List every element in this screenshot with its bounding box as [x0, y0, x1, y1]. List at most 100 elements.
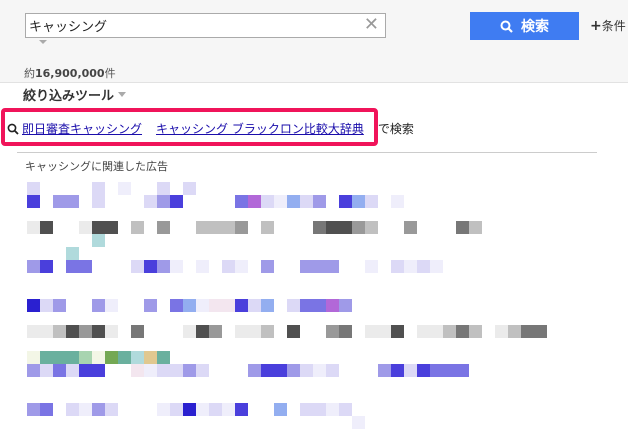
- pixelated-ads-image: [27, 182, 547, 429]
- mosaic-pixel: [300, 260, 313, 273]
- mosaic-pixel: [53, 325, 66, 338]
- mosaic-pixel: [209, 403, 222, 416]
- mosaic-pixel: [287, 195, 300, 208]
- mosaic-pixel: [352, 416, 365, 429]
- mosaic-pixel: [339, 299, 352, 312]
- mosaic-pixel: [144, 351, 157, 364]
- mosaic-pixel: [274, 403, 287, 416]
- mosaic-pixel: [196, 403, 209, 416]
- mosaic-pixel: [456, 221, 469, 234]
- mosaic-pixel: [40, 260, 53, 273]
- mosaic-pixel: [92, 364, 105, 377]
- mosaic-pixel: [443, 364, 456, 377]
- mosaic-pixel: [196, 364, 209, 377]
- mosaic-pixel: [131, 351, 144, 364]
- mosaic-pixel: [27, 325, 40, 338]
- mosaic-pixel: [118, 351, 131, 364]
- mosaic-pixel: [92, 195, 105, 208]
- mosaic-pixel: [326, 260, 339, 273]
- mosaic-pixel: [365, 260, 378, 273]
- mosaic-pixel: [157, 351, 170, 364]
- mosaic-pixel: [170, 260, 183, 273]
- mosaic-pixel: [66, 351, 79, 364]
- mosaic-pixel: [222, 403, 235, 416]
- mosaic-pixel: [235, 195, 248, 208]
- mosaic-pixel: [183, 325, 196, 338]
- mosaic-pixel: [287, 325, 300, 338]
- mosaic-pixel: [92, 182, 105, 195]
- mosaic-pixel: [157, 364, 170, 377]
- mosaic-pixel: [53, 299, 66, 312]
- mosaic-pixel: [27, 364, 40, 377]
- mosaic-pixel: [274, 364, 287, 377]
- mosaic-pixel: [326, 221, 339, 234]
- mosaic-pixel: [157, 221, 170, 234]
- mosaic-pixel: [404, 221, 417, 234]
- mosaic-pixel: [300, 403, 313, 416]
- mosaic-pixel: [391, 364, 404, 377]
- mosaic-pixel: [235, 403, 248, 416]
- mosaic-pixel: [79, 221, 92, 234]
- mosaic-pixel: [40, 221, 53, 234]
- mosaic-pixel: [209, 325, 222, 338]
- mosaic-pixel: [352, 221, 365, 234]
- mosaic-pixel: [365, 195, 378, 208]
- mosaic-pixel: [235, 325, 248, 338]
- mosaic-pixel: [326, 299, 339, 312]
- mosaic-pixel: [92, 403, 105, 416]
- mosaic-pixel: [365, 325, 378, 338]
- mosaic-pixel: [469, 221, 482, 234]
- mosaic-pixel: [313, 221, 326, 234]
- mosaic-pixel: [352, 195, 365, 208]
- mosaic-pixel: [261, 221, 274, 234]
- mosaic-pixel: [339, 221, 352, 234]
- mosaic-pixel: [430, 364, 443, 377]
- mosaic-pixel: [144, 195, 157, 208]
- mosaic-pixel: [170, 195, 183, 208]
- mosaic-pixel: [378, 364, 391, 377]
- mosaic-pixel: [443, 325, 456, 338]
- mosaic-pixel: [27, 403, 40, 416]
- mosaic-pixel: [53, 195, 66, 208]
- mosaic-pixel: [248, 299, 261, 312]
- mosaic-pixel: [326, 364, 339, 377]
- mosaic-pixel: [339, 195, 352, 208]
- mosaic-pixel: [157, 182, 170, 195]
- mosaic-pixel: [40, 299, 53, 312]
- mosaic-pixel: [261, 325, 274, 338]
- mosaic-pixel: [222, 260, 235, 273]
- mosaic-pixel: [300, 195, 313, 208]
- mosaic-pixel: [40, 403, 53, 416]
- mosaic-pixel: [521, 325, 534, 338]
- mosaic-pixel: [66, 403, 79, 416]
- mosaic-pixel: [105, 221, 118, 234]
- mosaic-pixel: [183, 299, 196, 312]
- mosaic-pixel: [105, 351, 118, 364]
- mosaic-pixel: [144, 364, 157, 377]
- mosaic-pixel: [131, 364, 144, 377]
- mosaic-pixel: [235, 221, 248, 234]
- mosaic-pixel: [66, 364, 79, 377]
- mosaic-pixel: [40, 325, 53, 338]
- mosaic-pixel: [118, 182, 131, 195]
- mosaic-pixel: [261, 364, 274, 377]
- mosaic-pixel: [261, 299, 274, 312]
- mosaic-pixel: [105, 403, 118, 416]
- mosaic-pixel: [144, 299, 157, 312]
- mosaic-pixel: [144, 260, 157, 273]
- mosaic-pixel: [313, 195, 326, 208]
- mosaic-pixel: [248, 195, 261, 208]
- mosaic-pixel: [27, 182, 40, 195]
- mosaic-pixel: [170, 403, 183, 416]
- mosaic-pixel: [196, 325, 209, 338]
- mosaic-pixel: [92, 351, 105, 364]
- mosaic-pixel: [105, 299, 118, 312]
- mosaic-pixel: [300, 299, 313, 312]
- mosaic-pixel: [326, 403, 339, 416]
- mosaic-pixel: [92, 299, 105, 312]
- mosaic-pixel: [417, 364, 430, 377]
- mosaic-pixel: [27, 260, 40, 273]
- mosaic-pixel: [222, 299, 235, 312]
- mosaic-pixel: [222, 221, 235, 234]
- mosaic-pixel: [235, 260, 248, 273]
